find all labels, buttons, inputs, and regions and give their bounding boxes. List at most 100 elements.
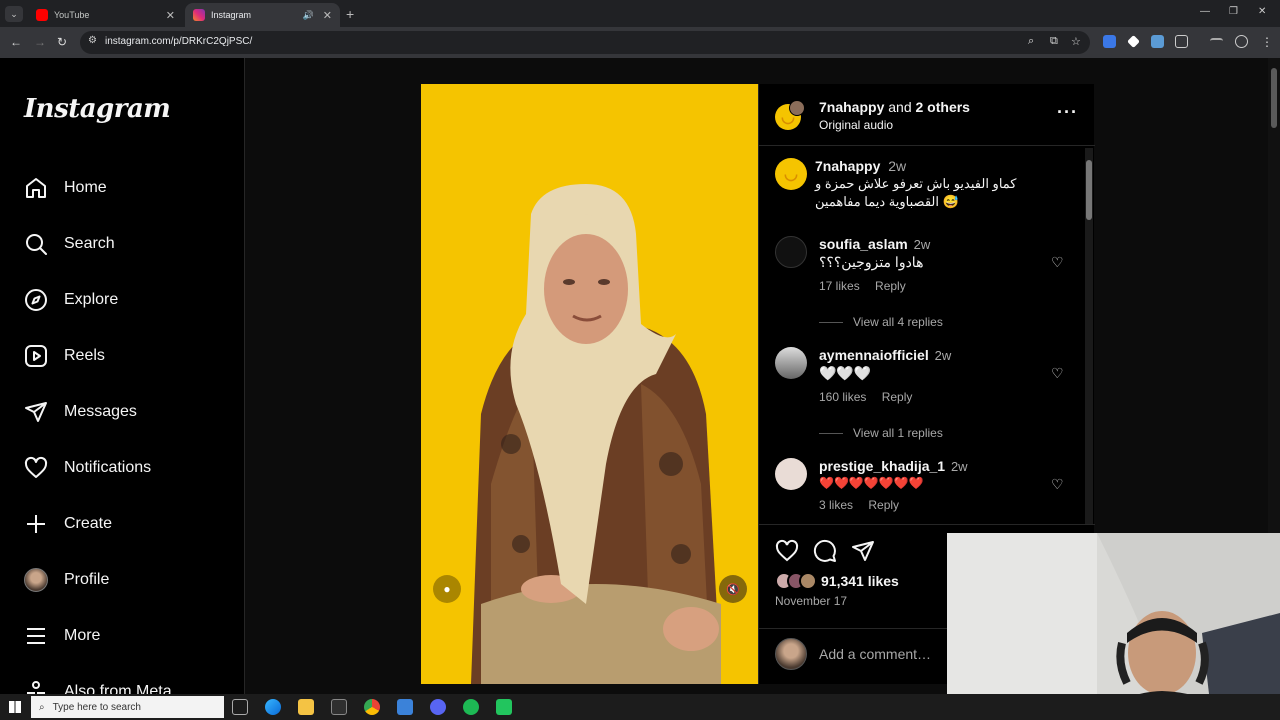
sidebar-item-explore[interactable]: Explore [24,280,118,320]
post-header: ◡ 7nahappy and 2 others Original audio ·… [759,84,1095,146]
obs-icon[interactable] [496,699,512,715]
sidebar-item-create[interactable]: Create [24,504,112,544]
collab-avatar[interactable] [789,100,805,116]
share-icon[interactable] [851,539,875,568]
address-bar[interactable]: ⚙ instagram.com/p/DRKrC2QjPSC/ ⌕ ⧉ ☆ [80,31,1090,54]
reply-button[interactable]: Reply [875,279,906,293]
bookmark-star-icon[interactable]: ☆ [1071,35,1081,48]
comment-username[interactable]: soufia_aslam [819,236,908,252]
close-icon[interactable]: ✕ [323,9,332,22]
sidebar-item-meta[interactable]: Also from Meta [24,672,172,694]
spotify-icon[interactable] [463,699,479,715]
windows-start-icon[interactable] [9,701,21,713]
comment-like-heart-icon[interactable]: ♡ [1051,254,1064,271]
liker-avatar[interactable] [799,572,817,590]
sidebar-item-reels[interactable]: Reels [24,336,105,376]
comment-bubble-icon[interactable] [813,539,837,568]
task-view-icon[interactable] [232,699,248,715]
likes-row: 91,341 likes [775,572,899,590]
sidebar-item-profile[interactable]: Profile [24,560,109,600]
commenter-avatar[interactable] [775,347,807,379]
minimize-icon[interactable]: — [1200,6,1210,17]
add-comment-input[interactable]: Add a comment… [819,646,931,662]
video-frame-image [471,184,721,684]
cast-icon[interactable]: ⧉ [1050,35,1058,48]
sidebar-item-label: Home [64,179,107,196]
tab-instagram[interactable]: Instagram 🔊 ✕ [185,3,340,27]
speaker-icon[interactable]: 🔊 [303,10,314,21]
comment-like-heart-icon[interactable]: ♡ [1051,476,1064,493]
store-icon[interactable] [331,699,347,715]
audio-link[interactable]: Original audio [819,118,893,132]
instagram-favicon-icon [193,9,205,21]
reload-icon[interactable]: ↻ [57,35,67,49]
tab-search-button[interactable]: ⌄ [5,6,23,22]
sidebar-item-search[interactable]: Search [24,224,115,264]
edge-icon[interactable] [265,699,281,715]
like-heart-icon[interactable] [775,539,799,568]
back-icon[interactable]: ← [10,35,22,49]
comment-item: aymennaiofficiel 2w 🤍🤍🤍 160 likes Reply … [775,347,1075,407]
post-date[interactable]: November 17 [775,594,847,608]
page-scroll-thumb[interactable] [1271,68,1277,128]
chrome-menu-icon[interactable]: ⋮ [1261,35,1273,49]
zoom-icon[interactable]: ⌕ [1028,35,1034,48]
view-replies-label: View all 4 replies [853,315,943,329]
sidebar-item-home[interactable]: Home [24,168,107,208]
comment-likes[interactable]: 160 likes [819,390,866,404]
reel-video[interactable]: ● 🔇 [421,84,758,684]
home-icon [24,176,48,200]
heart-icon [24,456,48,480]
profile-icon[interactable] [1235,35,1248,48]
mute-button[interactable]: 🔇 [719,575,747,603]
url-text[interactable]: instagram.com/p/DRKrC2QjPSC/ [105,36,252,47]
sidebar-item-notifications[interactable]: Notifications [24,448,151,488]
sidebar-item-label: More [64,627,101,644]
tab-label: Instagram [211,10,252,20]
view-replies-button[interactable]: View all 4 replies [819,315,943,329]
sidebar-item-label: Also from Meta [64,683,172,694]
tab-youtube[interactable]: YouTube ✕ [28,3,183,27]
taskbar-search-box[interactable]: ⌕ Type here to search [31,696,224,718]
sidebar-item-more[interactable]: More [24,616,100,656]
comment-like-heart-icon[interactable]: ♡ [1051,365,1064,382]
caption-username[interactable]: 7nahappy [815,158,880,174]
comment-likes[interactable]: 3 likes [819,498,853,512]
instagram-logo[interactable]: Instagram [24,94,171,124]
restore-icon[interactable]: ❐ [1229,6,1238,17]
site-info-icon[interactable]: ⚙ [88,35,97,46]
comment-likes[interactable]: 17 likes [819,279,860,293]
close-icon[interactable]: ✕ [166,9,175,22]
comments-scrollbar[interactable] [1085,148,1093,524]
comment-text: ❤️❤️❤️❤️❤️❤️❤️ [819,476,924,490]
commenter-avatar[interactable] [775,236,807,268]
others-link[interactable]: 2 others [916,99,970,115]
reply-button[interactable]: Reply [882,390,913,404]
translate-extension-icon[interactable] [1103,35,1116,48]
commenter-avatar[interactable] [775,458,807,490]
tagged-users-button[interactable]: ● [433,575,461,603]
file-explorer-icon[interactable] [298,699,314,715]
more-options-icon[interactable]: ··· [1057,102,1078,123]
forward-icon[interactable]: → [34,35,46,49]
comments-scroll-thumb[interactable] [1086,160,1092,220]
likes-count[interactable]: 91,341 likes [821,573,899,589]
extension-image-icon[interactable] [1151,35,1164,48]
discord-icon[interactable] [430,699,446,715]
tab-label: YouTube [54,10,90,20]
extensions-puzzle-icon[interactable] [1175,35,1188,48]
author-username[interactable]: 7nahappy [819,99,884,115]
new-tab-button[interactable]: + [346,6,354,22]
send-icon [24,400,48,424]
view-replies-button[interactable]: View all 1 replies [819,426,943,440]
comment-username[interactable]: prestige_khadija_1 [819,458,945,474]
close-window-icon[interactable]: ✕ [1258,6,1266,17]
reply-button[interactable]: Reply [868,498,899,512]
reading-list-icon[interactable] [1210,38,1223,47]
chrome-icon[interactable] [364,699,380,715]
comment-username[interactable]: aymennaiofficiel [819,347,929,363]
app-icon[interactable] [397,699,413,715]
sidebar-item-messages[interactable]: Messages [24,392,137,432]
extension-diamond-icon[interactable] [1127,35,1140,48]
caption-avatar[interactable]: ◡ [775,158,807,190]
